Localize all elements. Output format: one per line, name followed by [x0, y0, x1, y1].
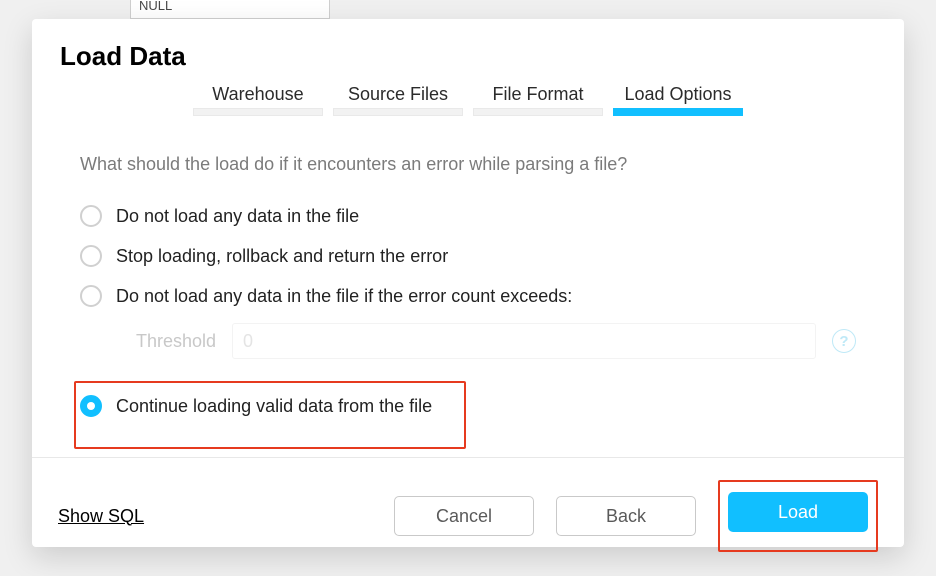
option-label: Continue loading valid data from the fil…	[116, 396, 432, 417]
threshold-row: Threshold ?	[136, 323, 856, 359]
option-error-count-exceeds[interactable]: Do not load any data in the file if the …	[80, 283, 856, 309]
tab-load-options[interactable]: Load Options	[608, 84, 748, 116]
dialog-footer: Show SQL Cancel Back Load	[32, 457, 904, 576]
tab-label: File Format	[492, 84, 583, 108]
tab-underline	[613, 108, 743, 116]
tab-file-format[interactable]: File Format	[468, 84, 608, 116]
tab-source-files[interactable]: Source Files	[328, 84, 468, 116]
tab-underline	[473, 108, 603, 116]
tab-underline	[193, 108, 323, 116]
show-sql-link[interactable]: Show SQL	[58, 506, 144, 527]
back-button[interactable]: Back	[556, 496, 696, 536]
tab-warehouse[interactable]: Warehouse	[188, 84, 328, 116]
radio-icon[interactable]	[80, 245, 102, 267]
radio-icon[interactable]	[80, 205, 102, 227]
option-label: Stop loading, rollback and return the er…	[116, 246, 448, 267]
tab-label: Load Options	[624, 84, 731, 108]
option-stop-rollback[interactable]: Stop loading, rollback and return the er…	[80, 243, 856, 269]
radio-icon[interactable]	[80, 285, 102, 307]
option-label: Do not load any data in the file if the …	[116, 286, 572, 307]
option-label: Do not load any data in the file	[116, 206, 359, 227]
annotation-highlight-option: Continue loading valid data from the fil…	[74, 381, 466, 449]
radio-icon[interactable]	[80, 395, 102, 417]
option-do-not-load[interactable]: Do not load any data in the file	[80, 203, 856, 229]
threshold-input[interactable]	[232, 323, 816, 359]
load-button[interactable]: Load	[728, 492, 868, 532]
dialog-title: Load Data	[32, 19, 904, 84]
load-data-dialog: Load Data Warehouse Source Files File Fo…	[32, 19, 904, 547]
help-icon[interactable]: ?	[832, 329, 856, 353]
footer-buttons: Cancel Back Load	[394, 480, 878, 552]
option-continue-loading[interactable]: Continue loading valid data from the fil…	[80, 393, 456, 419]
cancel-button[interactable]: Cancel	[394, 496, 534, 536]
tab-label: Warehouse	[212, 84, 303, 108]
background-table-cell: NULL	[130, 0, 330, 19]
tab-label: Source Files	[348, 84, 448, 108]
threshold-label: Threshold	[136, 331, 216, 352]
annotation-highlight-load: Load	[718, 480, 878, 552]
wizard-tabs: Warehouse Source Files File Format Load …	[32, 84, 904, 122]
dialog-content: What should the load do if it encounters…	[32, 122, 904, 457]
tab-underline	[333, 108, 463, 116]
load-options-question: What should the load do if it encounters…	[80, 154, 856, 175]
